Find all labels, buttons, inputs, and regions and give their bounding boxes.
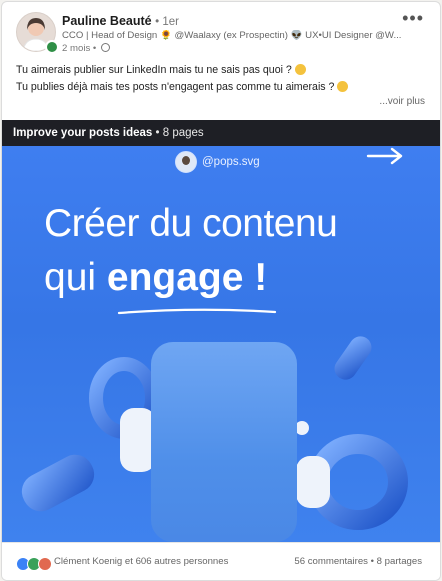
slide-handle: @pops.svg [175,151,260,173]
social-bar: Clément Koenig et 606 autres personnes 5… [2,542,440,580]
slide-headline-line-2: qui engage ! [44,256,268,299]
love-icon [38,557,52,571]
post-text: Tu aimerais publier sur LinkedIn mais tu… [16,62,426,96]
post-meta: 2 mois • [62,43,110,54]
post-line-1: Tu aimerais publier sur LinkedIn mais tu… [16,62,426,79]
comment-share-counts[interactable]: 56 commentaires • 8 partages [294,556,422,567]
post-time: 2 mois • [62,43,97,54]
slide-headline-line-1: Créer du contenu [44,202,338,245]
arrow-right-icon[interactable] [366,146,406,166]
reaction-icons[interactable] [16,557,52,571]
phone-shape [151,342,297,542]
globe-icon [100,43,110,52]
sad-emoji-icon [337,81,349,92]
document-title: Improve your posts ideas [13,127,153,139]
post-card: Pauline Beauté • 1er CCO | Head of Desig… [1,1,441,581]
pill-shape-left [21,454,95,512]
document-page-count: • 8 pages [152,127,204,139]
post-header: Pauline Beauté • 1er CCO | Head of Desig… [2,2,440,58]
handle-text: @pops.svg [202,156,260,168]
pill-shape-right [334,336,372,380]
document-titlebar: Improve your posts ideas • 8 pages [2,120,440,146]
connection-degree: • 1er [155,16,179,28]
online-status-dot [45,40,59,54]
post-line-2: Tu publies déjà mais tes posts n'engagen… [16,79,426,96]
headline-underline [117,308,277,315]
author-name-row: Pauline Beauté • 1er [62,14,179,28]
more-options-icon[interactable]: ••• [402,8,424,29]
thinking-emoji-icon [294,64,306,75]
see-more-link[interactable]: ...voir plus [379,96,425,107]
hand-shape-right [296,456,330,508]
reactors-text[interactable]: Clément Koenig et 606 autres personnes [54,556,228,567]
document-slide[interactable]: @pops.svg Créer du contenu qui engage ! [2,146,440,542]
document-carousel[interactable]: Improve your posts ideas • 8 pages @pops… [2,120,440,542]
author-headline: CCO | Head of Design 🌻 @Waalaxy (ex Pros… [62,30,402,41]
author-name[interactable]: Pauline Beauté [62,14,152,28]
handle-avatar [175,151,197,173]
